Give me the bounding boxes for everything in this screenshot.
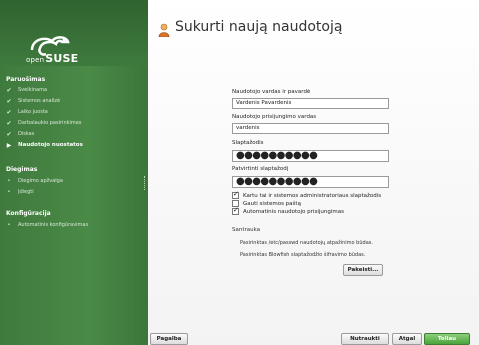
checkmark-icon: ✔: [6, 108, 12, 116]
step-label: Sistemos analizė: [18, 98, 61, 104]
abort-button[interactable]: Nutraukti: [341, 333, 389, 345]
step-user-settings: ▶ Naudotojo nuostatos: [6, 141, 83, 149]
step-automatic-configuration: • Automatinis konfigūravimas: [6, 221, 89, 229]
logo-prefix: open: [26, 56, 45, 64]
step-label: Diegimo apžvalga: [18, 178, 63, 184]
confirm-password-field[interactable]: ●●●●●●●●●●: [232, 176, 389, 188]
checkmark-icon: ✔: [6, 130, 12, 138]
bullet-icon: •: [7, 189, 11, 195]
change-button[interactable]: Pakeisti...: [343, 264, 383, 276]
summary-line-auth: Pasirinktas /etc/passwd naudotojų atpaži…: [240, 240, 373, 246]
step-disk: ✔ Diskas: [6, 130, 34, 138]
bullet-icon: •: [7, 178, 11, 184]
step-time-zone: ✔ Laiko juosta: [6, 108, 48, 116]
username-label: Naudotojo prisijungimo vardas: [232, 114, 317, 120]
step-label: Automatinis konfigūravimas: [18, 222, 89, 228]
section-title-preparation: Paruošimas: [6, 76, 46, 83]
checkbox-label: Kartu tai ir sistemos administratoriaus …: [243, 192, 382, 199]
triangle-right-icon: ▶: [6, 141, 12, 149]
checkmark-icon: ✔: [6, 119, 12, 127]
section-title-configuration: Konfigūracija: [6, 210, 51, 217]
main-panel: [148, 0, 479, 345]
back-button[interactable]: Atgal: [392, 333, 422, 345]
step-system-analysis: ✔ Sistemos analizė: [6, 97, 60, 105]
step-label: Laiko juosta: [18, 109, 48, 115]
section-title-installation: Diegimas: [6, 166, 38, 173]
admin-password-checkbox[interactable]: Kartu tai ir sistemos administratoriaus …: [232, 190, 382, 199]
summary-line-encryption: Pasirinktas Blowfish slaptažodžio šifrav…: [240, 252, 366, 258]
page-title: Sukurti naują naudotoją: [175, 19, 343, 35]
fullname-label: Naudotojo vardas ir pavardė: [232, 89, 311, 95]
fullname-field[interactable]: Vardenis Pavardenis: [232, 98, 389, 109]
checkmark-icon: ✔: [6, 86, 12, 94]
sidebar-resize-handle[interactable]: [144, 176, 147, 190]
step-install: • Įdiegti: [6, 188, 34, 196]
step-label: Sveikinama: [18, 87, 48, 93]
step-label: Diskas: [18, 131, 35, 137]
checkbox-label: Automatinis naudotojo prisijungimas: [243, 208, 344, 215]
user-icon: [158, 23, 170, 37]
password-label: Slaptažodis: [232, 140, 264, 146]
step-label: Naudotojo nuostatos: [18, 142, 83, 148]
step-desktop-selection: ✔ Darbalaukio pasirinkimas: [6, 119, 81, 127]
checkbox-label: Gauti sistemos paštą: [243, 200, 301, 207]
logo-suffix: SUSE: [45, 52, 79, 65]
checkmark-icon: ✔: [6, 97, 12, 105]
help-button[interactable]: Pagalba: [150, 333, 188, 345]
confirm-password-label: Patvirtinti slaptažodį: [232, 166, 289, 172]
opensuse-logo: openSUSE: [26, 52, 78, 65]
automatic-login-checkbox[interactable]: Automatinis naudotojo prisijungimas: [232, 206, 344, 215]
step-label: Darbalaukio pasirinkimas: [18, 120, 82, 126]
receive-system-mail-checkbox[interactable]: Gauti sistemos paštą: [232, 200, 301, 207]
checkbox-box[interactable]: [232, 206, 239, 215]
bullet-icon: •: [7, 222, 11, 228]
step-label: Įdiegti: [18, 189, 34, 195]
checkbox-box[interactable]: [232, 190, 239, 199]
sidebar: openSUSE Paruošimas ✔ Sveikinama ✔ Sistemo…: [0, 0, 148, 345]
username-field[interactable]: vardenis: [232, 123, 389, 134]
summary-title: Santrauka: [232, 227, 261, 233]
step-welcome: ✔ Sveikinama: [6, 86, 47, 94]
step-installation-overview: • Diegimo apžvalga: [6, 177, 63, 185]
next-button[interactable]: Toliau: [424, 333, 470, 345]
password-field[interactable]: ●●●●●●●●●●: [232, 150, 389, 162]
